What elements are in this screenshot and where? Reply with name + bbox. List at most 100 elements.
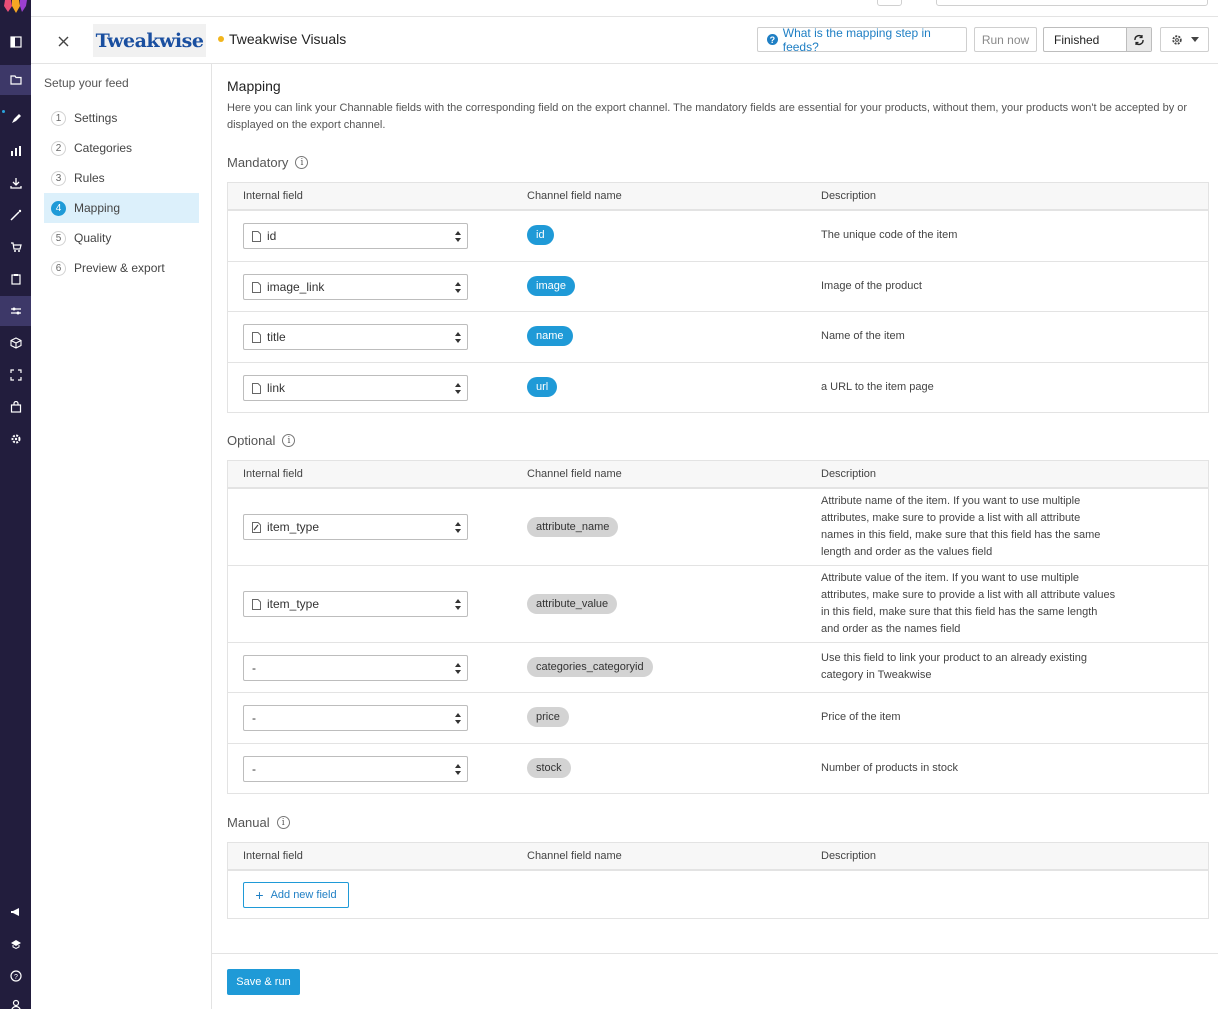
settings-gear-icon[interactable] [0, 424, 31, 454]
mapping-help-label: What is the mapping step in feeds? [782, 25, 931, 54]
select-value: - [252, 711, 256, 725]
close-icon [58, 36, 68, 46]
refresh-icon [1134, 34, 1144, 45]
table-header: Internal field Channel field name Descri… [228, 461, 1208, 488]
internal-field-select[interactable]: item_type [243, 591, 468, 617]
file-icon [252, 230, 261, 242]
megaphone-icon[interactable] [0, 897, 31, 927]
file-icon [252, 331, 261, 343]
analytics-chart-icon[interactable] [0, 136, 31, 166]
shopping-bag-icon[interactable] [0, 392, 31, 422]
save-and-run-button[interactable]: Save & run [227, 969, 300, 995]
feed-header: Tweakwise Tweakwise Visuals ? What is th… [31, 17, 1218, 64]
info-icon[interactable]: i [276, 816, 290, 829]
clipboard-icon[interactable] [0, 264, 31, 294]
file-icon [252, 382, 261, 394]
optional-heading-text: Optional [227, 433, 276, 448]
info-icon[interactable]: i [282, 434, 296, 447]
add-new-field-button[interactable]: + Add new field [243, 882, 349, 908]
magic-wand-icon[interactable] [0, 200, 31, 230]
step-categories[interactable]: 2 Categories [44, 133, 199, 163]
step-mapping[interactable]: 4 Mapping [44, 193, 199, 223]
step-label: Mapping [74, 201, 121, 215]
close-button[interactable] [53, 31, 73, 51]
run-now-button[interactable]: Run now [974, 27, 1037, 52]
channel-field-tag: name [527, 326, 573, 346]
internal-field-select[interactable]: id [243, 223, 468, 249]
fullscreen-icon[interactable] [0, 360, 31, 390]
col-internal-field: Internal field [243, 850, 303, 862]
internal-field-select[interactable]: - [243, 705, 468, 731]
feed-title-text: Tweakwise Visuals [229, 31, 347, 47]
step-quality[interactable]: 5 Quality [44, 223, 199, 253]
mapping-help-button[interactable]: ? What is the mapping step in feeds? [757, 25, 967, 54]
sort-arrows-icon [455, 383, 461, 394]
run-now-label: Run now [981, 32, 1030, 47]
internal-field-select[interactable]: link [243, 375, 468, 401]
file-icon [252, 281, 261, 293]
table-header: Internal field Channel field name Descri… [228, 183, 1208, 210]
select-value: item_type [267, 597, 320, 611]
col-description: Description [821, 468, 877, 480]
step-preview-export[interactable]: 6 Preview & export [44, 253, 199, 283]
step-settings[interactable]: 1 Settings [44, 103, 199, 133]
internal-field-select[interactable]: item_type [243, 514, 468, 540]
refresh-button[interactable] [1126, 28, 1151, 51]
info-icon[interactable]: i [295, 156, 309, 169]
table-row: - categories_categoryid Use this field t… [228, 642, 1208, 692]
table-header: Internal field Channel field name Descri… [228, 843, 1208, 870]
user-account-icon[interactable] [0, 990, 31, 1009]
mapping-sliders-icon[interactable] [0, 296, 31, 326]
app-nav-rail: ? [0, 0, 31, 1009]
select-value: - [252, 762, 256, 776]
channable-logo-icon [4, 0, 27, 13]
mandatory-heading: Mandatory i [227, 155, 309, 170]
caret-down-icon [1190, 37, 1199, 42]
box-icon[interactable] [0, 328, 31, 358]
internal-field-select[interactable]: image_link [243, 274, 468, 300]
cart-icon[interactable] [0, 232, 31, 262]
step-label: Categories [74, 141, 133, 155]
top-strip-button[interactable] [877, 0, 902, 6]
table-row: - stock Number of products in stock [228, 743, 1208, 793]
plus-icon: + [255, 887, 264, 903]
run-status: Finished [1043, 27, 1152, 52]
academy-cap-icon[interactable] [0, 929, 31, 959]
step-number: 2 [51, 140, 66, 156]
import-download-icon[interactable] [0, 168, 31, 198]
field-description: Name of the item [821, 330, 905, 342]
help-circle-icon[interactable]: ? [0, 961, 31, 991]
sidebar-toggle-icon[interactable] [0, 27, 31, 57]
table-row: title name Name of the item [228, 311, 1208, 362]
table-row: item_type attribute_name Attribute name … [228, 488, 1208, 565]
internal-field-select[interactable]: - [243, 655, 468, 681]
manual-heading: Manual i [227, 815, 290, 830]
sort-arrows-icon [455, 282, 461, 293]
channel-field-tag: url [527, 377, 558, 397]
internal-field-select[interactable]: - [243, 756, 468, 782]
step-label: Preview & export [74, 261, 165, 275]
feed-settings-dropdown[interactable] [1160, 27, 1209, 52]
file-icon [252, 598, 261, 610]
table-row: + Add new field [228, 870, 1208, 918]
channel-field-tag: attribute_name [527, 517, 619, 537]
top-strip [31, 0, 1218, 17]
page-description: Here you can link your Channable fields … [227, 102, 1188, 131]
footer-divider [212, 953, 1218, 954]
step-rules[interactable]: 3 Rules [44, 163, 199, 193]
sort-arrows-icon [455, 231, 461, 242]
table-row: id id The unique code of the item [228, 210, 1208, 261]
sort-arrows-icon [455, 713, 461, 724]
sort-arrows-icon [455, 764, 461, 775]
step-number: 3 [51, 170, 66, 186]
channel-logo: Tweakwise [93, 24, 206, 57]
sort-arrows-icon [455, 522, 461, 533]
rocket-icon[interactable] [0, 104, 31, 134]
table-row: - price Price of the item [228, 692, 1208, 743]
optional-table: Internal field Channel field name Descri… [227, 460, 1209, 794]
feeds-folder-icon[interactable] [0, 65, 31, 95]
table-row: item_type attribute_value Attribute valu… [228, 565, 1208, 642]
field-description: Use this field to link your product to a… [821, 652, 1087, 681]
internal-field-select[interactable]: title [243, 324, 468, 350]
top-strip-search[interactable] [936, 0, 1208, 6]
